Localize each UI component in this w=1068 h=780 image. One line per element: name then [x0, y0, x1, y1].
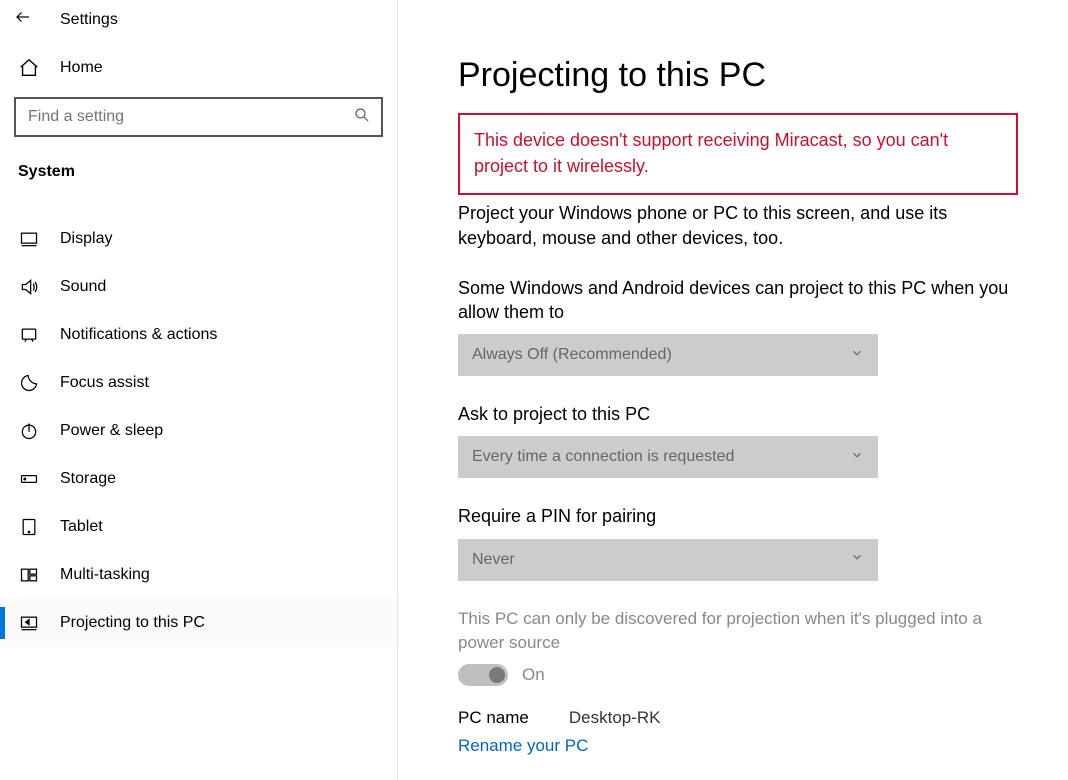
- settings-sidebar: Settings Home System Display: [0, 0, 398, 780]
- display-icon: [18, 229, 40, 249]
- nav-item-storage[interactable]: Storage: [0, 455, 397, 503]
- setting-ask-select[interactable]: Every time a connection is requested: [458, 436, 878, 478]
- setting-pin-label: Require a PIN for pairing: [458, 504, 1018, 528]
- discover-toggle[interactable]: [458, 664, 508, 686]
- setting-allow-label: Some Windows and Android devices can pro…: [458, 276, 1018, 325]
- pc-name-value: Desktop-RK: [569, 708, 661, 728]
- nav-label: Multi-tasking: [60, 566, 150, 584]
- nav-label: Storage: [60, 470, 116, 488]
- sound-icon: [18, 277, 40, 297]
- nav-item-tablet[interactable]: Tablet: [0, 503, 397, 551]
- search-icon: [353, 106, 371, 129]
- power-icon: [18, 421, 40, 441]
- setting-pin-select[interactable]: Never: [458, 539, 878, 581]
- page-description: Project your Windows phone or PC to this…: [458, 201, 1018, 251]
- home-icon: [18, 57, 40, 79]
- nav-item-projecting[interactable]: Projecting to this PC: [0, 599, 397, 647]
- search-field[interactable]: [26, 107, 353, 127]
- tablet-icon: [18, 517, 40, 537]
- search-input[interactable]: [14, 97, 383, 137]
- nav-item-sound[interactable]: Sound: [0, 263, 397, 311]
- nav-list: Display Sound Notifications & actions Fo…: [0, 215, 397, 647]
- category-label: System: [0, 153, 397, 195]
- rename-pc-link[interactable]: Rename your PC: [458, 736, 1018, 756]
- projecting-icon: [18, 613, 40, 633]
- select-value: Never: [472, 551, 515, 569]
- chevron-down-icon: [850, 448, 864, 467]
- select-value: Always Off (Recommended): [472, 346, 672, 364]
- storage-icon: [18, 469, 40, 489]
- nav-label: Projecting to this PC: [60, 614, 205, 632]
- setting-allow-select[interactable]: Always Off (Recommended): [458, 334, 878, 376]
- back-icon[interactable]: [14, 8, 32, 31]
- pc-name-row: PC name Desktop-RK: [458, 708, 1018, 728]
- nav-item-display[interactable]: Display: [0, 215, 397, 263]
- titlebar: Settings: [0, 0, 397, 35]
- home-label: Home: [60, 59, 103, 77]
- focus-assist-icon: [18, 373, 40, 393]
- home-nav[interactable]: Home: [0, 35, 397, 97]
- nav-label: Power & sleep: [60, 422, 163, 440]
- setting-ask-label: Ask to project to this PC: [458, 402, 1018, 426]
- nav-label: Tablet: [60, 518, 103, 536]
- page-title: Projecting to this PC: [458, 56, 1018, 95]
- discover-note: This PC can only be discovered for proje…: [458, 607, 1018, 655]
- toggle-label: On: [522, 665, 545, 685]
- notifications-icon: [18, 325, 40, 345]
- nav-item-notifications[interactable]: Notifications & actions: [0, 311, 397, 359]
- chevron-down-icon: [850, 346, 864, 365]
- nav-item-multitasking[interactable]: Multi-tasking: [0, 551, 397, 599]
- nav-label: Sound: [60, 278, 106, 296]
- app-title: Settings: [60, 11, 118, 29]
- nav-item-power-sleep[interactable]: Power & sleep: [0, 407, 397, 455]
- nav-label: Focus assist: [60, 374, 149, 392]
- main-content: Projecting to this PC This device doesn'…: [398, 0, 1068, 780]
- nav-label: Display: [60, 230, 112, 248]
- pc-name-key: PC name: [458, 708, 529, 728]
- miracast-error: This device doesn't support receiving Mi…: [458, 113, 1018, 195]
- multitasking-icon: [18, 565, 40, 585]
- select-value: Every time a connection is requested: [472, 448, 734, 466]
- nav-label: Notifications & actions: [60, 326, 217, 344]
- nav-item-focus-assist[interactable]: Focus assist: [0, 359, 397, 407]
- chevron-down-icon: [850, 550, 864, 569]
